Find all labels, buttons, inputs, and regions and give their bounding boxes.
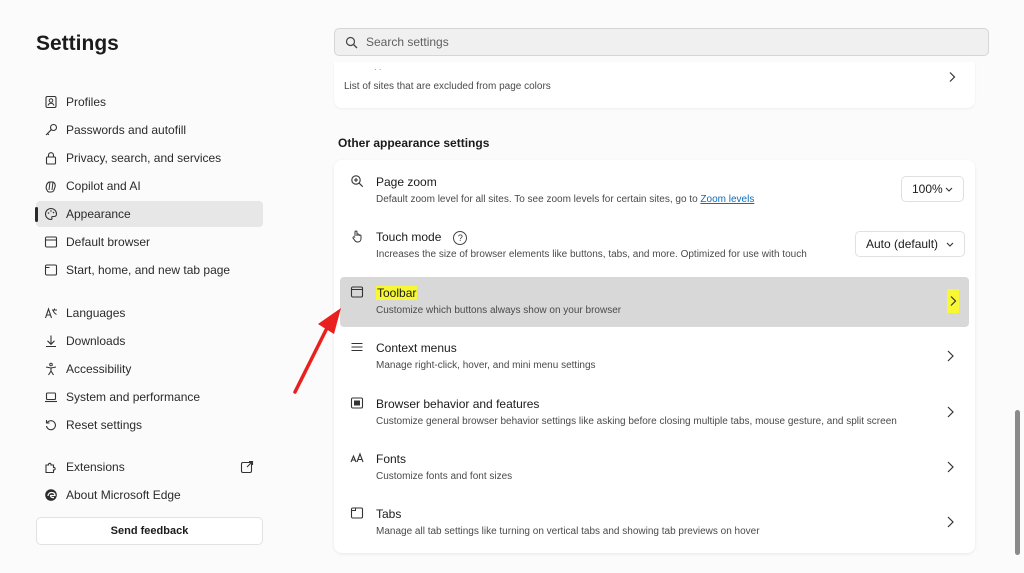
chevron-right-icon bbox=[947, 350, 954, 362]
sidebar-item-label: Extensions bbox=[66, 460, 125, 474]
home-icon bbox=[44, 263, 58, 277]
section-title: Other appearance settings bbox=[338, 136, 490, 150]
sidebar-item-about[interactable]: About Microsoft Edge bbox=[36, 482, 263, 508]
help-icon[interactable]: ? bbox=[453, 230, 468, 245]
fonts-row[interactable]: Fonts Customize fonts and font sizes bbox=[340, 443, 969, 493]
row-description: Increases the size of browser elements l… bbox=[376, 249, 807, 260]
row-title: Fonts bbox=[376, 452, 407, 466]
sidebar-item-downloads[interactable]: Downloads bbox=[36, 328, 263, 354]
truncated-title: · · bbox=[374, 65, 382, 74]
sidebar-item-label: Copilot and AI bbox=[66, 179, 141, 193]
sidebar-item-privacy[interactable]: Privacy, search, and services bbox=[36, 145, 263, 171]
sidebar-item-label: Passwords and autofill bbox=[66, 123, 187, 137]
sidebar-item-passwords[interactable]: Passwords and autofill bbox=[36, 117, 263, 143]
touch-mode-row: Touch mode? Increases the size of browse… bbox=[340, 221, 969, 271]
copilot-icon bbox=[44, 179, 58, 193]
sidebar-item-label: System and performance bbox=[66, 390, 201, 404]
settings-page: Settings Profiles Passwords and autofill… bbox=[0, 0, 1024, 573]
sidebar-item-appearance[interactable]: Appearance bbox=[35, 201, 263, 227]
chevron-right-icon bbox=[947, 461, 954, 473]
zoom-levels-link[interactable]: Zoom levels bbox=[700, 194, 754, 205]
row-description: Default zoom level for all sites. To see… bbox=[376, 194, 755, 205]
sidebar: Settings Profiles Passwords and autofill… bbox=[0, 0, 290, 573]
browser-behavior-row[interactable]: Browser behavior and features Customize … bbox=[340, 388, 969, 438]
external-link-icon[interactable] bbox=[240, 460, 254, 474]
annotation-arrow bbox=[293, 308, 341, 394]
row-description: Customize fonts and font sizes bbox=[376, 471, 513, 482]
row-title: Browser behavior and features bbox=[376, 397, 540, 411]
sidebar-item-label: Reset settings bbox=[66, 418, 143, 432]
reset-icon bbox=[44, 418, 58, 432]
sidebar-item-label: Start, home, and new tab page bbox=[66, 263, 231, 277]
tabs-icon bbox=[350, 506, 364, 520]
sidebar-item-reset[interactable]: Reset settings bbox=[36, 412, 263, 438]
other-appearance-card: Page zoom Default zoom level for all sit… bbox=[334, 160, 975, 553]
sidebar-item-languages[interactable]: Languages bbox=[36, 300, 263, 326]
sidebar-item-label: Languages bbox=[66, 306, 126, 320]
lock-icon bbox=[44, 151, 58, 165]
edge-icon bbox=[44, 488, 58, 502]
search-input[interactable]: Search settings bbox=[334, 28, 989, 56]
toolbar-icon bbox=[350, 285, 364, 299]
laptop-icon bbox=[44, 390, 58, 404]
sidebar-item-label: Profiles bbox=[66, 95, 107, 109]
search-placeholder: Search settings bbox=[366, 35, 449, 49]
context-menus-row[interactable]: Context menus Manage right-click, hover,… bbox=[340, 332, 969, 382]
key-icon bbox=[44, 123, 58, 137]
search-icon bbox=[345, 36, 358, 48]
row-title: Tabs bbox=[376, 507, 402, 521]
puzzle-icon bbox=[44, 460, 58, 474]
sidebar-item-copilot[interactable]: Copilot and AI bbox=[36, 173, 263, 199]
chevron-down-icon bbox=[945, 187, 953, 192]
sidebar-item-system[interactable]: System and performance bbox=[36, 384, 263, 410]
row-title: Page zoom bbox=[376, 175, 437, 189]
chevron-down-icon bbox=[946, 242, 954, 247]
profile-icon bbox=[44, 95, 58, 109]
scrollbar-thumb[interactable] bbox=[1015, 410, 1020, 555]
page-colors-exclusions-card[interactable]: · · List of sites that are excluded from… bbox=[334, 62, 975, 108]
download-icon bbox=[44, 334, 58, 348]
palette-icon bbox=[44, 207, 58, 221]
page-zoom-select[interactable]: 100% bbox=[901, 176, 964, 202]
row-description: Customize which buttons always show on y… bbox=[376, 305, 622, 316]
touch-mode-select[interactable]: Auto (default) bbox=[855, 231, 965, 257]
row-description: Manage all tab settings like turning on … bbox=[376, 526, 760, 537]
row-title: Touch mode? bbox=[376, 230, 468, 245]
zoom-icon bbox=[350, 174, 364, 188]
send-feedback-button[interactable]: Send feedback bbox=[36, 517, 263, 545]
page-title: Settings bbox=[36, 32, 119, 55]
languages-icon bbox=[44, 306, 58, 320]
row-description: List of sites that are excluded from pag… bbox=[344, 81, 551, 92]
page-zoom-row: Page zoom Default zoom level for all sit… bbox=[340, 166, 969, 216]
tabs-row[interactable]: Tabs Manage all tab settings like turnin… bbox=[340, 498, 969, 548]
chevron-right-icon bbox=[947, 289, 959, 313]
accessibility-icon bbox=[44, 362, 58, 376]
chevron-right-icon bbox=[949, 72, 956, 82]
sidebar-item-label: Appearance bbox=[66, 207, 131, 221]
toolbar-row[interactable]: Toolbar Customize which buttons always s… bbox=[340, 277, 969, 327]
sidebar-item-profiles[interactable]: Profiles bbox=[36, 89, 263, 115]
browser-icon bbox=[44, 235, 58, 249]
chevron-right-icon bbox=[947, 406, 954, 418]
sidebar-item-default-browser[interactable]: Default browser bbox=[36, 229, 263, 255]
row-description: Manage right-click, hover, and mini menu… bbox=[376, 360, 596, 371]
sidebar-item-label: Default browser bbox=[66, 235, 151, 249]
row-description: Customize general browser behavior setti… bbox=[376, 416, 897, 427]
sidebar-item-accessibility[interactable]: Accessibility bbox=[36, 356, 263, 382]
sidebar-item-extensions[interactable]: Extensions bbox=[36, 454, 263, 480]
sidebar-item-label: About Microsoft Edge bbox=[66, 488, 181, 502]
sidebar-item-start-home[interactable]: Start, home, and new tab page bbox=[36, 257, 263, 283]
font-icon bbox=[350, 451, 364, 465]
touch-icon bbox=[350, 229, 364, 243]
row-title: Toolbar bbox=[376, 286, 418, 300]
sidebar-item-label: Privacy, search, and services bbox=[66, 151, 222, 165]
sidebar-item-label: Downloads bbox=[66, 334, 126, 348]
chevron-right-icon bbox=[947, 516, 954, 528]
sidebar-item-label: Accessibility bbox=[66, 362, 132, 376]
row-title: Context menus bbox=[376, 341, 457, 355]
